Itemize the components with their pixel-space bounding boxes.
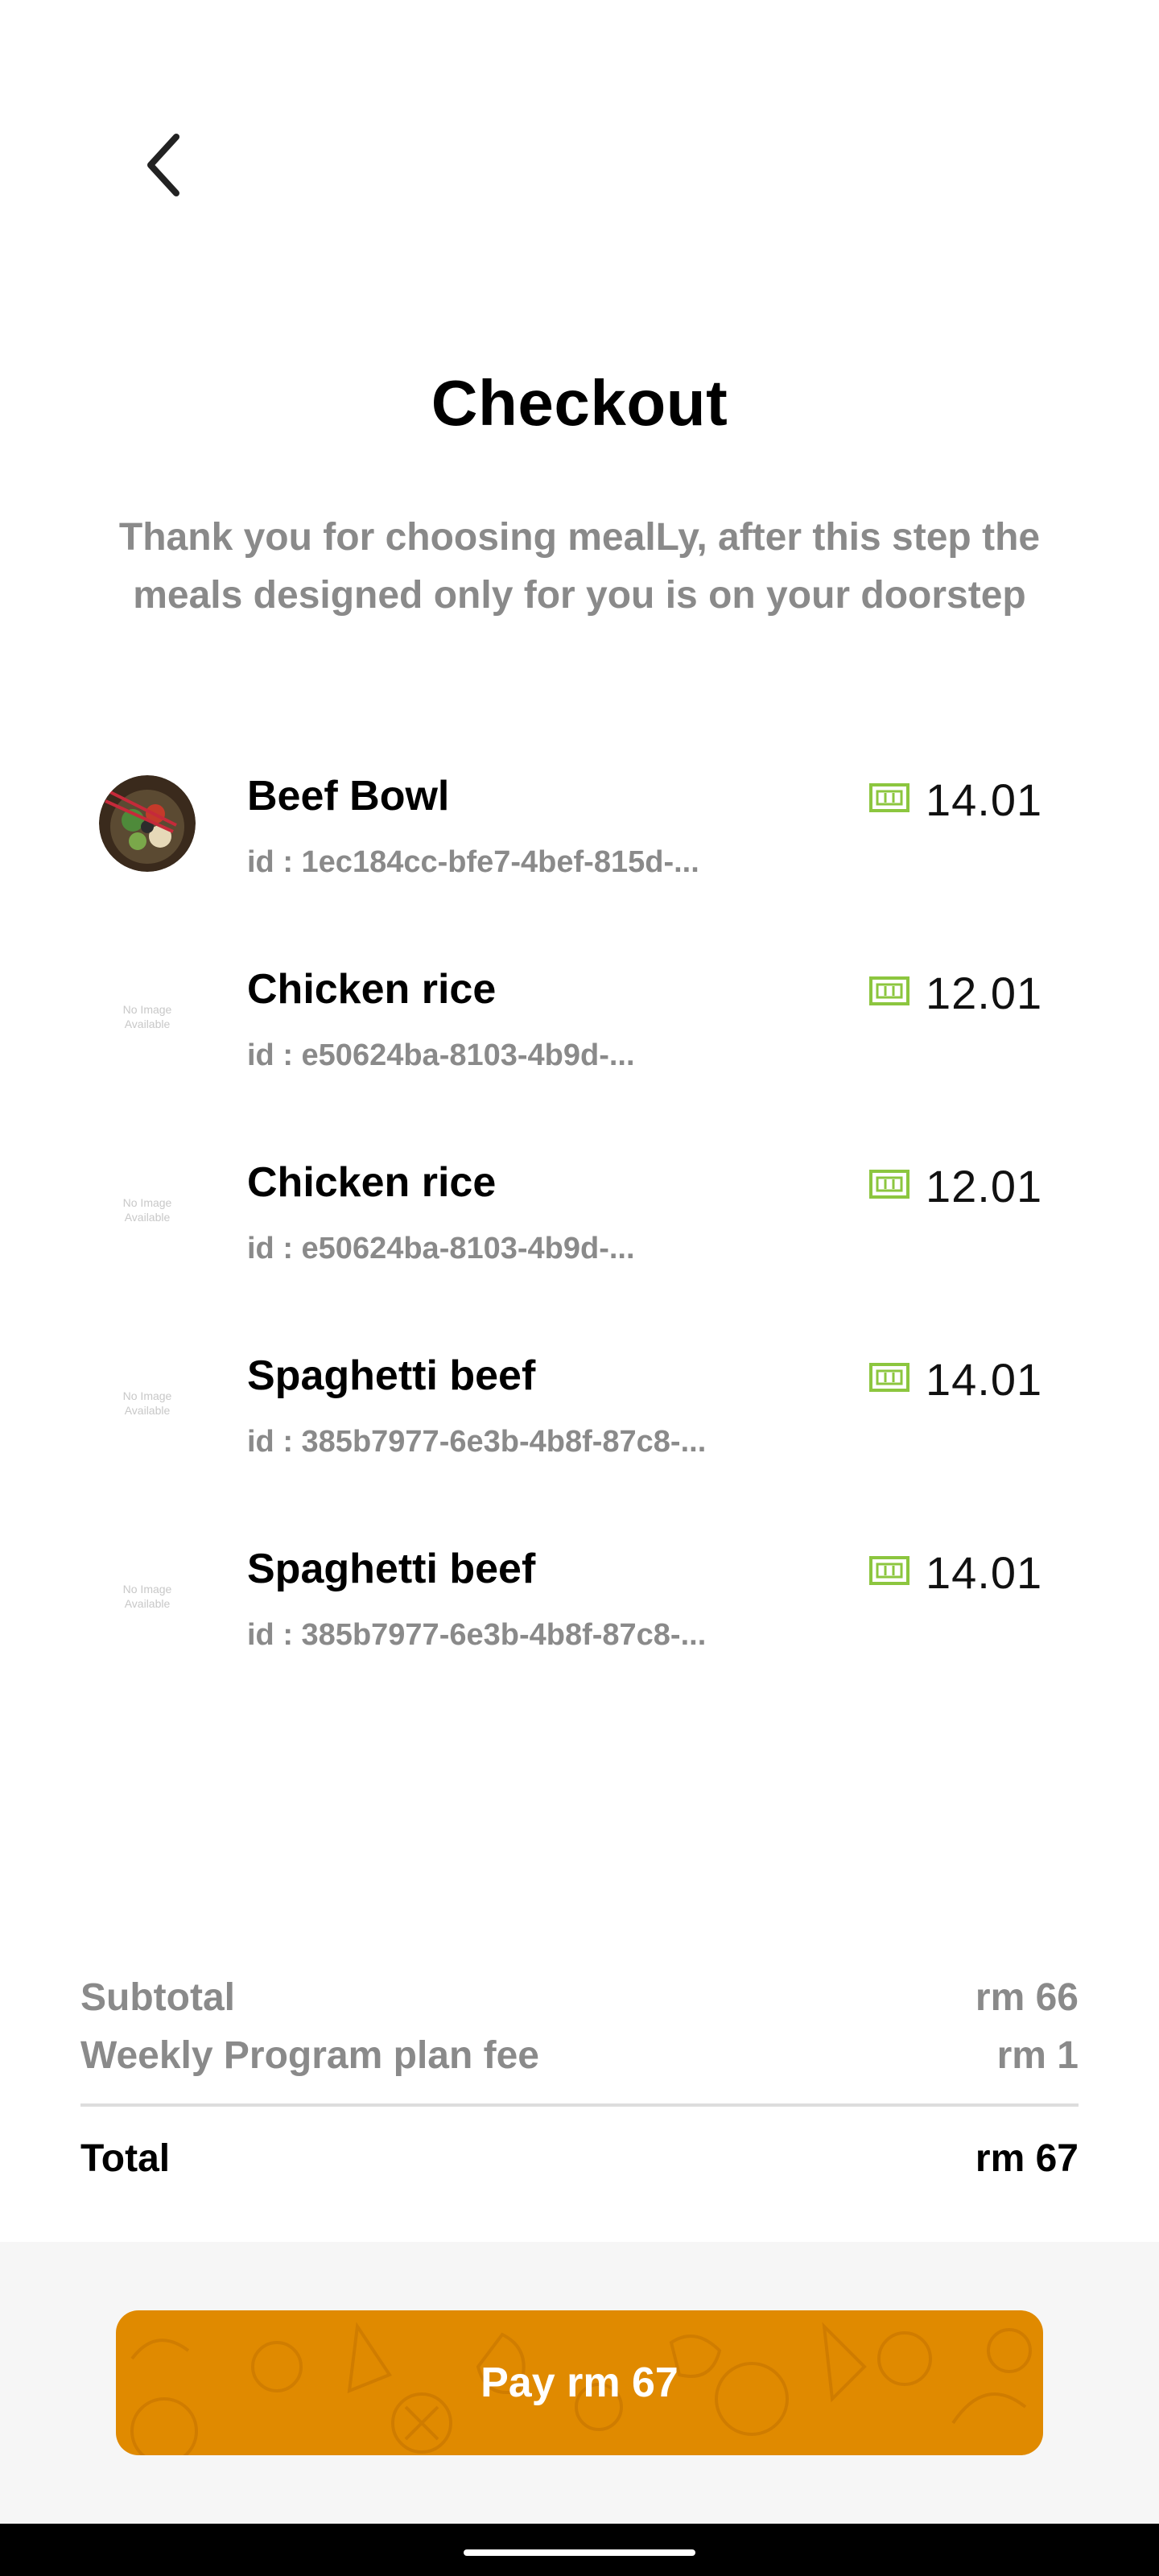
pay-button-label: Pay rm 67 — [481, 2359, 678, 2406]
item-id: id : 1ec184cc-bfe7-4bef-815d-... — [247, 845, 699, 879]
item-price: 14.01 — [926, 1354, 1043, 1405]
item-id: id : 385b7977-6e3b-4b8f-87c8-... — [247, 1425, 707, 1459]
page-subtitle: Thank you for choosing mealLy, after thi… — [80, 509, 1079, 625]
item-name: Spaghetti beef — [247, 1352, 536, 1399]
item-id: id : e50624ba-8103-4b9d-... — [247, 1232, 635, 1265]
no-image-placeholder: No Image Available — [122, 1196, 172, 1224]
item-name: Chicken rice — [247, 1159, 497, 1206]
item-price: 14.01 — [926, 774, 1043, 825]
summary-divider — [80, 2103, 1079, 2107]
order-item: No Image Available Spaghetti beef id : 3… — [0, 1332, 1159, 1525]
total-value: rm 67 — [975, 2136, 1079, 2180]
total-row: Total rm 67 — [80, 2129, 1079, 2187]
money-bill-icon — [869, 1556, 909, 1585]
item-thumbnail: No Image Available — [99, 1162, 196, 1258]
checkout-footer: Pay rm 67 — [0, 2242, 1159, 2524]
food-photo-image — [99, 775, 196, 872]
item-thumbnail: No Image Available — [99, 968, 196, 1065]
pay-button[interactable]: Pay rm 67 — [116, 2310, 1043, 2455]
money-bill-icon — [869, 1363, 909, 1392]
order-item: Beef Bowl id : 1ec184cc-bfe7-4bef-815d-.… — [0, 753, 1159, 946]
money-bill-icon — [869, 1170, 909, 1199]
order-item: No Image Available Spaghetti beef id : 3… — [0, 1525, 1159, 1719]
no-image-placeholder: No Image Available — [122, 1389, 172, 1417]
item-price: 12.01 — [926, 968, 1043, 1018]
subtitle-line-2: meals designed only for you is on your d… — [133, 574, 1026, 617]
order-summary: Subtotal rm 66 Weekly Program plan fee r… — [80, 1968, 1079, 2187]
fee-value: rm 1 — [996, 2033, 1079, 2077]
order-item: No Image Available Chicken rice id : e50… — [0, 946, 1159, 1139]
item-id: id : e50624ba-8103-4b9d-... — [247, 1038, 635, 1072]
subtitle-line-1: Thank you for choosing mealLy, after thi… — [118, 516, 1041, 559]
subtotal-value: rm 66 — [975, 1975, 1079, 2019]
subtotal-label: Subtotal — [80, 1975, 235, 2019]
subtotal-row: Subtotal rm 66 — [80, 1968, 1079, 2026]
fee-row: Weekly Program plan fee rm 1 — [80, 2026, 1079, 2084]
item-thumbnail — [99, 775, 196, 872]
item-thumbnail: No Image Available — [99, 1355, 196, 1451]
money-bill-icon — [869, 783, 909, 812]
order-item-list: Beef Bowl id : 1ec184cc-bfe7-4bef-815d-.… — [0, 753, 1159, 1719]
money-bill-icon — [869, 976, 909, 1005]
item-name: Spaghetti beef — [247, 1546, 536, 1592]
order-item: No Image Available Chicken rice id : e50… — [0, 1139, 1159, 1332]
item-name: Chicken rice — [247, 966, 497, 1013]
item-price: 14.01 — [926, 1547, 1043, 1598]
system-navigation-bar — [0, 2524, 1159, 2576]
no-image-placeholder: No Image Available — [122, 1003, 172, 1030]
item-thumbnail: No Image Available — [99, 1548, 196, 1645]
item-price: 12.01 — [926, 1161, 1043, 1212]
total-label: Total — [80, 2136, 171, 2180]
no-image-placeholder: No Image Available — [122, 1583, 172, 1610]
back-button[interactable] — [129, 129, 201, 201]
home-gesture-handle[interactable] — [464, 2549, 695, 2556]
page-title: Checkout — [431, 367, 728, 439]
fee-label: Weekly Program plan fee — [80, 2033, 539, 2077]
item-name: Beef Bowl — [247, 773, 450, 819]
chevron-left-icon — [147, 134, 179, 196]
item-id: id : 385b7977-6e3b-4b8f-87c8-... — [247, 1618, 707, 1652]
